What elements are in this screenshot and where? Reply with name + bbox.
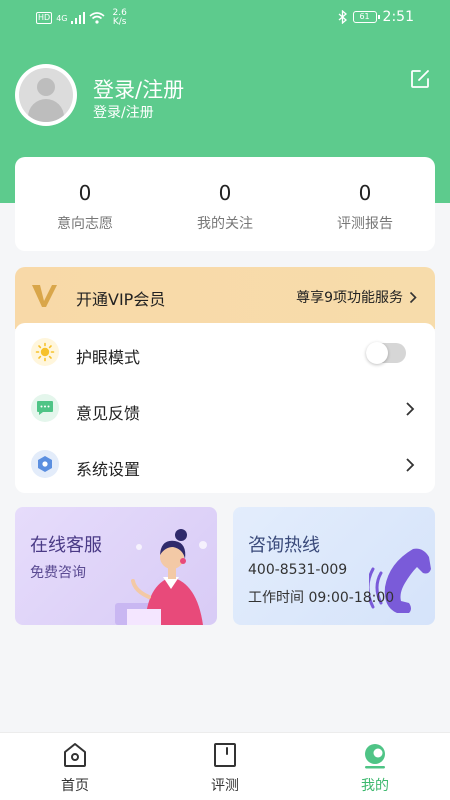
avatar-placeholder-icon	[19, 68, 73, 122]
bluetooth-icon	[338, 10, 347, 24]
stat-test-reports[interactable]: 0 评测报告	[295, 157, 435, 251]
nav-label: 我的	[361, 778, 389, 794]
hotline-card[interactable]: 咨询热线 400-8531-009 工作时间 09:00-18:00	[233, 507, 435, 625]
chevron-right-icon	[406, 458, 415, 472]
stat-value: 0	[78, 181, 92, 205]
bottom-nav: 首页 评测 我的	[0, 732, 450, 800]
feedback-icon	[31, 394, 59, 422]
stat-label: 评测报告	[337, 216, 393, 232]
settings-card: 护眼模式 意见反馈 系统设置	[15, 323, 435, 493]
customer-service-agent-illustration	[115, 529, 207, 625]
stat-my-follows[interactable]: 0 我的关注	[155, 157, 295, 251]
chevron-right-icon	[406, 402, 415, 416]
setting-label: 意见反馈	[76, 404, 141, 423]
setting-label: 系统设置	[76, 460, 141, 479]
hotline-hours: 工作时间 09:00-18:00	[248, 590, 395, 606]
nav-label: 首页	[61, 778, 89, 794]
vip-v-icon	[32, 285, 57, 307]
battery-icon: 61	[352, 11, 380, 23]
login-register-title[interactable]: 登录/注册	[93, 74, 184, 104]
eye-protection-toggle[interactable]	[366, 342, 406, 364]
signal-icon	[71, 12, 86, 24]
nav-profile[interactable]: 我的	[300, 733, 450, 800]
vip-desc-text: 尊享9项功能服务	[296, 290, 403, 306]
home-icon	[64, 743, 86, 767]
stat-value: 0	[218, 181, 232, 205]
nav-test[interactable]: 评测	[150, 733, 300, 800]
hd-badge: HD	[36, 12, 53, 24]
setting-row-system-settings[interactable]: 系统设置	[15, 437, 435, 493]
chevron-right-icon	[409, 291, 417, 303]
settings-hex-icon	[31, 450, 59, 478]
sun-icon	[31, 338, 59, 366]
stat-label: 我的关注	[197, 216, 253, 232]
edit-icon[interactable]	[409, 68, 431, 90]
stats-card: 0 意向志愿 0 我的关注 0 评测报告	[15, 157, 435, 251]
stat-value: 0	[358, 181, 372, 205]
avatar[interactable]	[15, 64, 77, 126]
speed-unit: K/s	[112, 17, 127, 27]
login-register-subtitle[interactable]: 登录/注册	[93, 102, 154, 122]
nav-label: 评测	[211, 778, 239, 794]
service-subtitle: 免费咨询	[30, 565, 86, 581]
hotline-title: 咨询热线	[248, 535, 320, 556]
service-title: 在线客服	[30, 535, 102, 556]
profile-icon	[365, 744, 385, 769]
vip-title: 开通VIP会员	[76, 290, 166, 309]
toggle-knob	[366, 342, 388, 364]
setting-row-feedback[interactable]: 意见反馈	[15, 381, 435, 437]
network-label: 4G	[56, 13, 68, 23]
setting-label: 护眼模式	[76, 348, 141, 367]
hotline-number[interactable]: 400-8531-009	[248, 562, 347, 578]
stat-intended-choices[interactable]: 0 意向志愿	[15, 157, 155, 251]
setting-row-eye-protection[interactable]: 护眼模式	[15, 325, 435, 381]
network-speed: 2.6 K/s	[112, 9, 126, 27]
test-icon	[214, 743, 236, 767]
status-time: 2:51	[382, 9, 414, 25]
stat-label: 意向志愿	[57, 216, 113, 232]
vip-description: 尊享9项功能服务	[296, 287, 417, 307]
status-bar: HD 4G 2.6 K/s 61 2:51	[0, 0, 450, 34]
nav-home[interactable]: 首页	[0, 733, 150, 800]
wifi-icon	[89, 12, 106, 24]
vip-banner[interactable]: 开通VIP会员 尊享9项功能服务	[15, 267, 435, 329]
online-service-card[interactable]: 在线客服 免费咨询	[15, 507, 217, 625]
